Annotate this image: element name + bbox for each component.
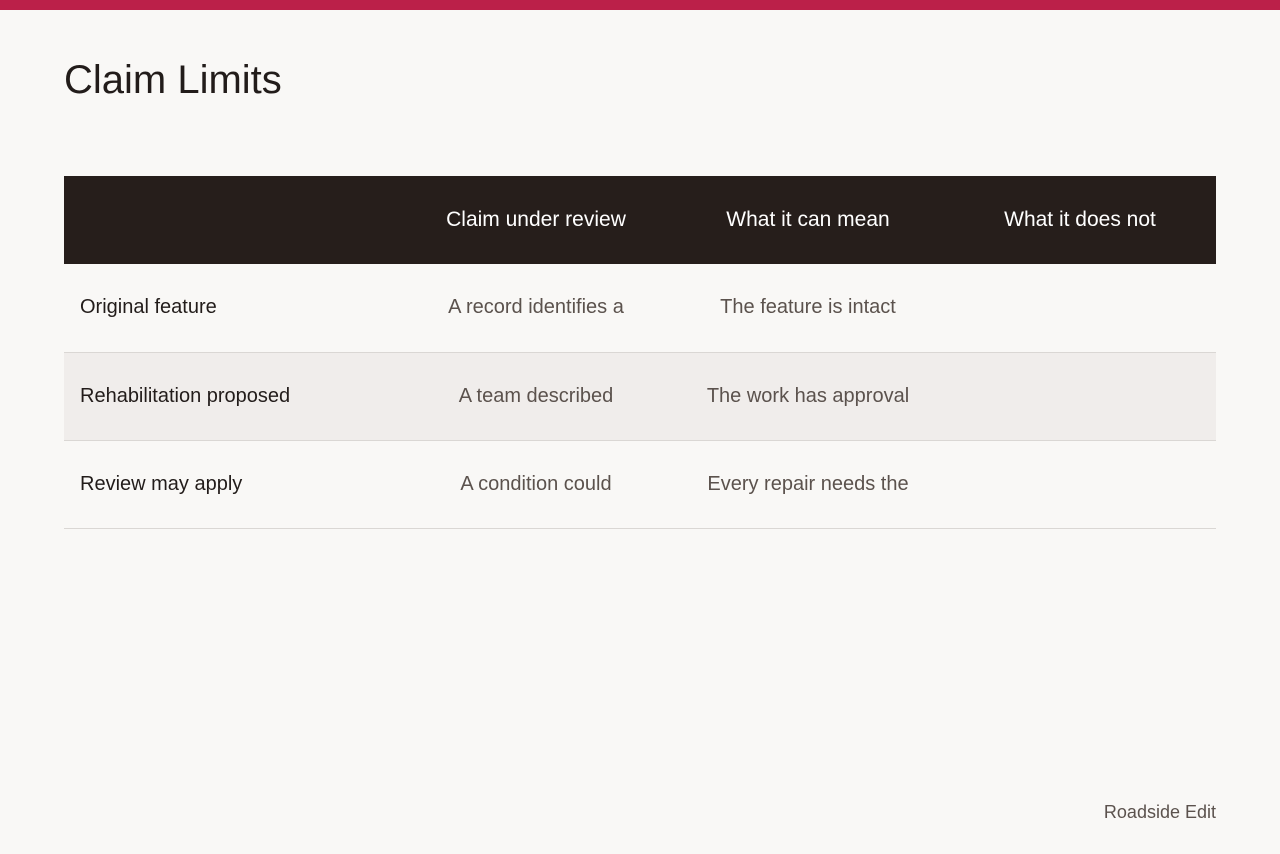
column-header-not: What it does not bbox=[1004, 208, 1156, 231]
claim-limits-table: Claim under review What it can mean What… bbox=[64, 176, 1216, 529]
row-label: Rehabilitation proposed bbox=[80, 384, 291, 407]
table-header: Claim under review What it can mean What… bbox=[64, 176, 1216, 264]
not-cell bbox=[944, 352, 1216, 440]
table-row: Original feature A record identifies a T… bbox=[64, 264, 1216, 352]
claim-cell: A team described bbox=[458, 384, 614, 407]
accent-top-bar bbox=[0, 0, 1280, 10]
row-label: Review may apply bbox=[80, 472, 243, 495]
page-title: Claim Limits bbox=[64, 58, 282, 102]
not-cell bbox=[944, 264, 1216, 352]
table-row: Review may apply A condition could Every… bbox=[64, 440, 1216, 528]
table-body: Original feature A record identifies a T… bbox=[64, 264, 1216, 528]
footer-brand: Roadside Edit bbox=[1103, 802, 1216, 822]
table-header-row: Claim under review What it can mean What… bbox=[64, 176, 1216, 264]
column-header-claim: Claim under review bbox=[446, 208, 626, 231]
not-cell bbox=[944, 440, 1216, 528]
column-header-meaning: What it can mean bbox=[726, 208, 890, 231]
column-header-row-label bbox=[64, 176, 400, 264]
row-label: Original feature bbox=[80, 296, 217, 319]
table-row: Rehabilitation proposed A team described… bbox=[64, 352, 1216, 440]
claim-cell: A condition could bbox=[460, 472, 612, 495]
claim-cell: A record identifies a bbox=[448, 296, 624, 319]
meaning-cell: The feature is intact bbox=[720, 296, 896, 319]
meaning-cell: Every repair needs the bbox=[707, 472, 909, 495]
meaning-cell: The work has approval bbox=[706, 384, 910, 407]
